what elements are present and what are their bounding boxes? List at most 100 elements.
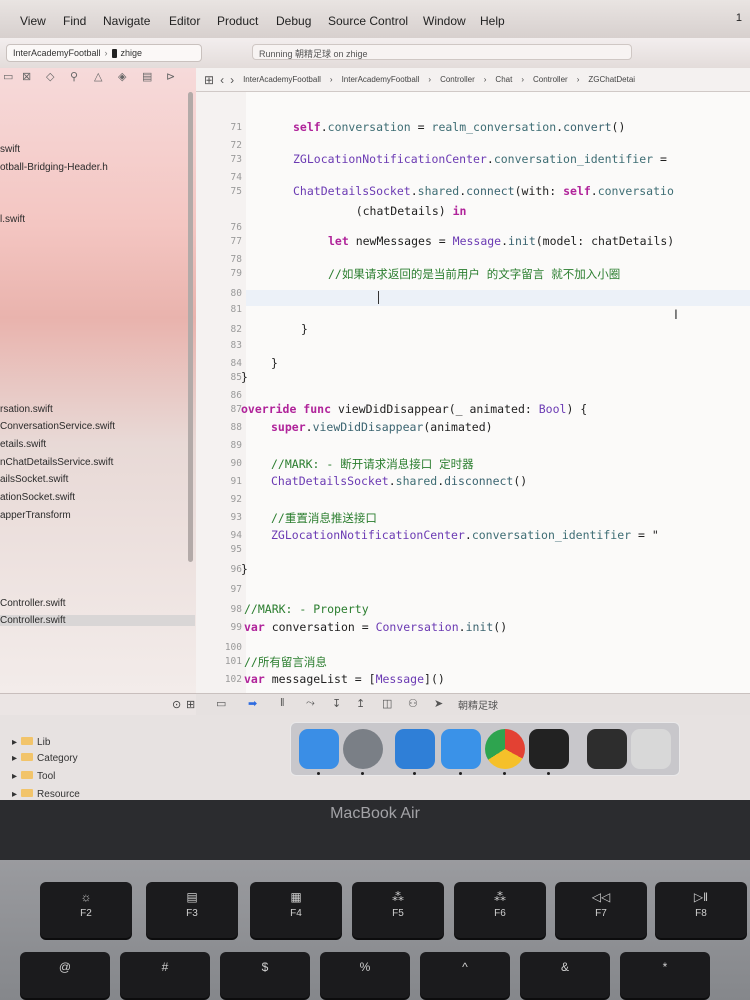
file-item-selected[interactable]: Controller.swift [0,615,195,626]
file-item[interactable]: swift [0,144,20,155]
folder-item[interactable]: ▸ Resource [12,789,80,800]
key-label: F3 [186,908,198,919]
hide-debug-area-icon[interactable]: ▭ [216,697,226,710]
breadcrumb-folder[interactable]: Controller [530,74,571,85]
file-item[interactable]: l.swift [0,214,25,225]
target-label[interactable]: 朝精足球 [458,697,498,712]
filter-icon[interactable]: ⊞ [186,698,195,711]
grid-icon[interactable]: ⊞ [204,73,214,87]
file-item[interactable]: ConversationService.swift [0,421,115,432]
chevron-right-icon: › [428,75,432,84]
warning-icon[interactable]: △ [94,70,102,83]
terminal-icon[interactable] [587,729,627,769]
function-key[interactable]: ◁◁ F7 [555,882,647,938]
file-item[interactable]: ationSocket.swift [0,492,75,503]
menu-help[interactable]: Help [480,14,505,28]
xcode-icon[interactable] [395,729,435,775]
character-key[interactable]: ^ [420,952,510,998]
pause-icon[interactable]: ‖ [280,697,285,709]
search-icon[interactable]: ⚲ [70,70,78,83]
breadcrumb-folder[interactable]: Controller [437,74,478,85]
file-item[interactable]: ailsSocket.swift [0,474,68,485]
folder-label: Resource [37,789,80,800]
file-item[interactable]: etails.swift [0,439,46,450]
function-key[interactable]: ▦ F4 [250,882,342,938]
qq-icon[interactable] [529,729,569,775]
character-key[interactable]: % [320,952,410,998]
function-key[interactable]: ▤ F3 [146,882,238,938]
back-icon[interactable]: ‹ [220,73,224,87]
character-key[interactable]: @ [20,952,110,998]
key-label: F5 [392,908,404,919]
character-key[interactable]: # [120,952,210,998]
code-token: viewDidDisappear [312,420,424,434]
function-key[interactable]: ⁂ F6 [454,882,546,938]
forward-icon[interactable]: › [230,73,234,87]
step-over-icon[interactable]: ⤳ [306,697,315,710]
breadcrumb-project[interactable]: InterAcademyFootball [240,74,324,85]
function-key[interactable]: ▷‖ F8 [655,882,747,938]
breadcrumb-group[interactable]: InterAcademyFootball [339,74,423,85]
key-symbol: * [662,960,668,974]
running-indicator [317,772,320,775]
file-item[interactable]: rsation.swift [0,404,53,415]
character-key[interactable]: * [620,952,710,998]
function-key[interactable]: ⁂ F5 [352,882,444,938]
folder-item[interactable]: ▸ Lib [12,737,50,748]
code-token: in [452,204,467,218]
menu-navigate[interactable]: Navigate [103,14,150,28]
folder-item[interactable]: ▸ Tool [12,771,55,782]
folder-label: Category [37,753,78,764]
code-token: ]() [424,672,445,686]
scheme-name: InterAcademyFootball [13,48,101,58]
tests-icon[interactable]: ◈ [118,70,126,83]
finder-icon[interactable] [299,729,339,775]
code-token: //如果请求返回的是当前用户 的文字留言 就不加入小圈 [328,267,621,281]
location-icon[interactable]: ➤ [434,697,443,710]
memory-graph-icon[interactable]: ⚇ [408,697,418,710]
breadcrumb-folder[interactable]: Chat [492,74,515,85]
folder-icon[interactable]: ▭ [3,70,13,83]
character-key[interactable]: $ [220,952,310,998]
file-item[interactable]: apperTransform [0,510,71,521]
breadcrumb-file[interactable]: ZGChatDetai [585,74,638,85]
recent-files-icon[interactable]: ⊙ [172,698,181,711]
code-line: conversation… [293,92,438,94]
step-out-icon[interactable]: ↥ [356,697,365,710]
view-debugger-icon[interactable]: ◫ [382,697,392,710]
line-number: 76 [230,222,242,233]
menu-window[interactable]: Window [423,14,466,28]
file-item[interactable]: Controller.swift [0,598,66,609]
menu-source-control[interactable]: Source Control [328,14,408,28]
code-token: realm_conversation [431,120,557,134]
menu-editor[interactable]: Editor [169,14,200,28]
trash-icon[interactable] [631,729,671,769]
source-control-icon[interactable]: ⊠ [22,70,31,83]
hierarchy-icon[interactable]: ◇ [46,70,54,83]
line-number: 74 [230,172,242,183]
menu-product[interactable]: Product [217,14,258,28]
navigator-scrollbar[interactable] [188,92,193,562]
file-item[interactable]: otball-Bridging-Header.h [0,162,108,173]
menu-view[interactable]: View [20,14,46,28]
menu-find[interactable]: Find [63,14,86,28]
breakpoints-toggle-icon[interactable]: ➡ [248,697,257,710]
code-token: convert [563,120,612,134]
breakpoint-icon[interactable]: ⊳ [166,70,175,83]
laptop-model-label: MacBook Air [330,805,420,822]
simulator-icon[interactable] [441,729,481,775]
scheme-selector[interactable]: InterAcademyFootball › zhige [6,44,202,62]
chrome-icon[interactable] [485,729,525,775]
step-in-icon[interactable]: ↧ [332,697,341,710]
file-item[interactable]: nChatDetailsService.swift [0,457,113,468]
folder-item[interactable]: ▸ Category [12,753,78,764]
code-token: ZGLocationNotificationCenter [293,152,487,166]
function-key[interactable]: ☼ F2 [40,882,132,938]
debug-icon[interactable]: ▤ [142,70,152,83]
launchpad-icon[interactable] [343,729,383,775]
key-symbol: ▷‖ [693,890,709,904]
line-number: 102 [224,674,242,685]
character-key[interactable]: & [520,952,610,998]
menu-debug[interactable]: Debug [276,14,311,28]
source-editor[interactable]: I 70 conversation…71self.conversation = … [196,92,750,695]
